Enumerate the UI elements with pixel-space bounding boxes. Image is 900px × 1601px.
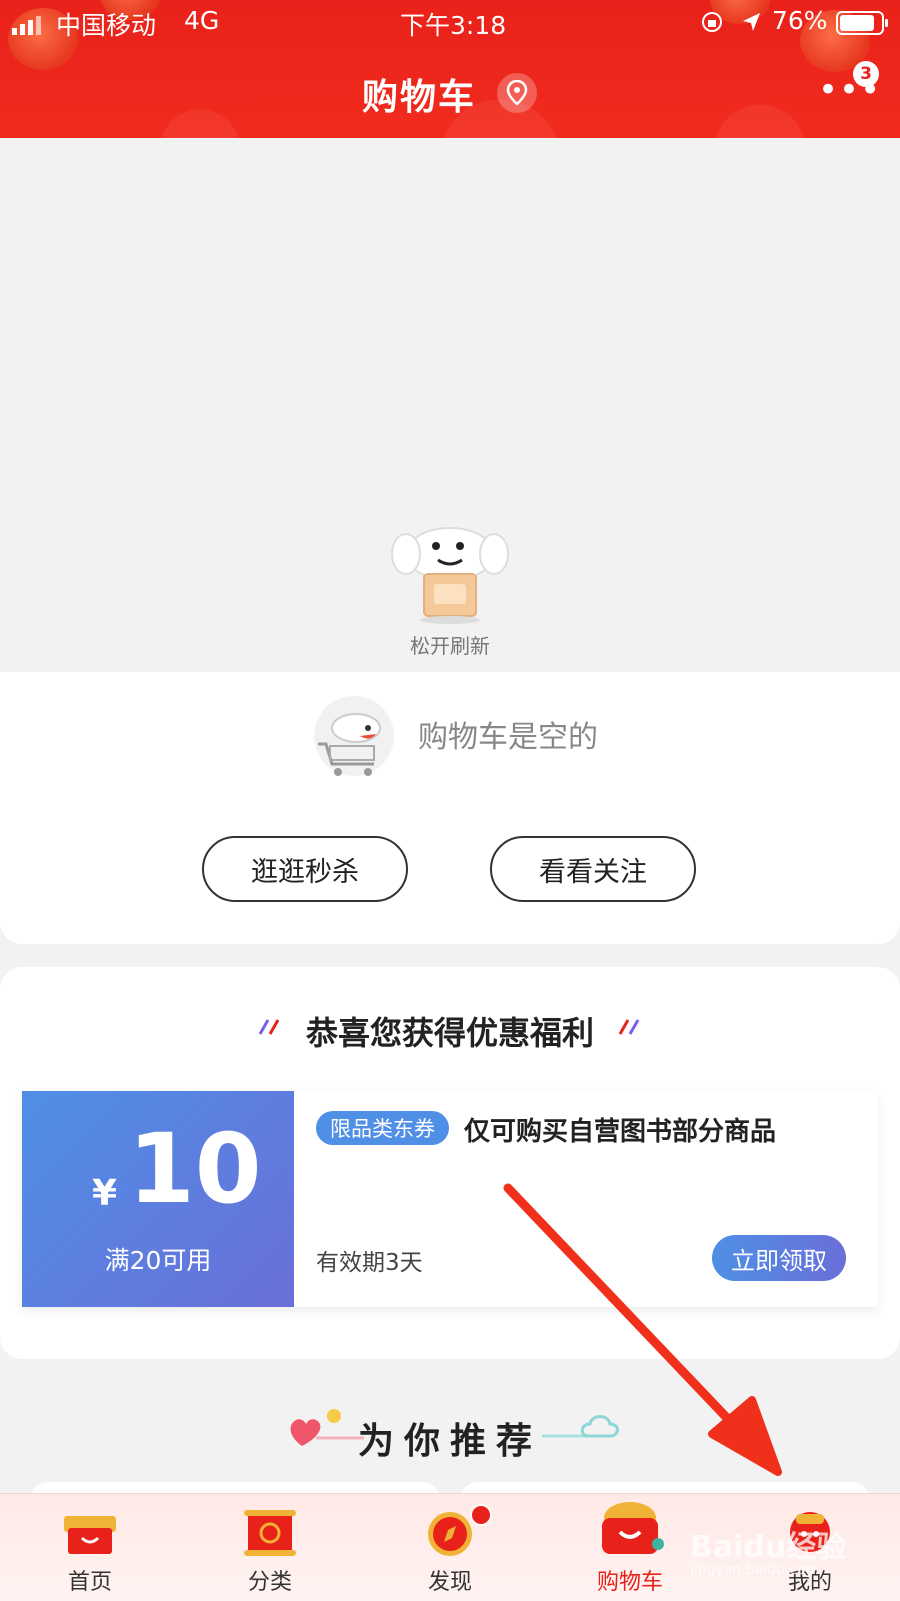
view-follows-button[interactable]: 看看关注: [490, 836, 696, 902]
coupon-description: 仅可购买自营图书部分商品: [464, 1117, 777, 1147]
page-title: 购物车: [362, 77, 477, 118]
battery-percent: 76%: [772, 6, 828, 35]
recommend-title: 为你推荐: [357, 1421, 542, 1462]
location-pin-icon[interactable]: [497, 73, 537, 113]
nav-item-category[interactable]: 分类: [180, 1494, 360, 1601]
coupon-tag: 限品类东券: [316, 1111, 449, 1145]
coupon-value-panel: ¥ 10 满20可用: [22, 1091, 294, 1307]
clock: 下午3:18: [400, 11, 507, 40]
watermark-url: jingyan.baidu.com: [690, 1562, 820, 1578]
watermark: Baidu经验: [690, 1530, 847, 1565]
nav-label: 分类: [247, 1570, 292, 1595]
currency-symbol: ¥: [92, 1173, 118, 1214]
notification-dot: [470, 1504, 492, 1526]
cart-icon: [602, 1502, 664, 1554]
coupon-amount: 10: [128, 1113, 262, 1225]
nav-item-discover[interactable]: 发现: [360, 1494, 540, 1601]
nav-label: 首页: [67, 1570, 112, 1595]
signal-icon: [12, 12, 46, 41]
app-header: 中国移动 4G 下午3:18 76% 购物车 ••• 3: [0, 0, 900, 138]
nav-item-home[interactable]: 首页: [0, 1494, 180, 1601]
home-icon: [64, 1516, 116, 1554]
category-icon: [244, 1510, 296, 1556]
jd-mascot-icon: [388, 524, 512, 628]
network-label: 4G: [184, 6, 220, 35]
more-badge: 3: [853, 61, 879, 87]
cloud-decoration-icon: [542, 1415, 619, 1438]
benefit-title: 恭喜您获得优惠福利: [305, 1014, 594, 1052]
rotation-lock-icon: [700, 10, 724, 40]
claim-coupon-button[interactable]: 立即领取: [712, 1235, 846, 1281]
empty-cart-message: 购物车是空的: [418, 720, 598, 755]
location-arrow-icon: [740, 10, 764, 40]
coupon: ¥ 10 满20可用 限品类东券 仅可购买自营图书部分商品 有效期3天 立即领取: [22, 1091, 878, 1307]
battery-icon: [836, 10, 890, 42]
pull-refresh-label: 松开刷新: [410, 634, 490, 658]
carrier-label: 中国移动: [56, 11, 157, 40]
browse-flash-sale-button[interactable]: 逛逛秒杀: [202, 836, 408, 902]
coupon-condition: 满20可用: [104, 1246, 212, 1275]
empty-cart-icon: [304, 692, 394, 786]
slash-decoration-icon: [618, 1019, 640, 1035]
nav-label: 发现: [427, 1570, 472, 1595]
coupon-validity: 有效期3天: [316, 1250, 423, 1276]
